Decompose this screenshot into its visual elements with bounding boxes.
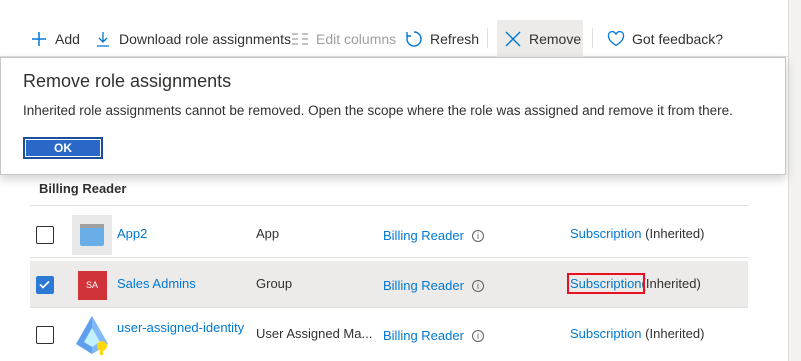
app-icon [72, 215, 112, 255]
plus-icon [29, 29, 49, 49]
scope-link-highlighted[interactable]: Subscription [567, 273, 645, 294]
role-link[interactable]: Billing Reader i [383, 228, 484, 243]
principal-type: Group [256, 276, 293, 291]
add-label: Add [55, 31, 80, 47]
inherited-label: (Inherited) [645, 326, 705, 341]
managed-identity-icon [72, 315, 112, 355]
scope-link[interactable]: Subscription [570, 226, 642, 241]
table-row[interactable]: user-assigned-identity User Assigned Ma.… [30, 311, 748, 358]
download-label: Download role assignments [119, 31, 291, 47]
role-link[interactable]: Billing Reader i [383, 328, 484, 343]
dialog-title: Remove role assignments [23, 71, 232, 91]
principal-type: User Assigned Ma... [256, 326, 373, 341]
scope-cell: Subscription(Inherited) [567, 273, 701, 294]
scope-cell: Subscription (Inherited) [570, 226, 704, 241]
toolbar-divider [592, 28, 593, 48]
remove-role-assignments-dialog: Remove role assignments Inherited role a… [0, 57, 786, 175]
checkmark-icon [39, 280, 50, 289]
principal-type: App [256, 226, 280, 241]
row-checkbox[interactable] [36, 276, 54, 294]
feedback-label: Got feedback? [632, 31, 724, 47]
edit-columns-button[interactable]: Edit columns [290, 20, 396, 58]
dialog-message: Inherited role assignments cannot be rem… [23, 103, 733, 118]
row-checkbox[interactable] [36, 326, 54, 344]
role-link[interactable]: Billing Reader i [383, 278, 484, 293]
remove-label: Remove [529, 31, 582, 47]
columns-icon [290, 29, 310, 49]
divider [30, 205, 748, 206]
download-role-assignments-button[interactable]: Download role assignments [93, 20, 291, 58]
inherited-label: (Inherited) [645, 226, 705, 241]
row-checkbox[interactable] [36, 226, 54, 244]
scrollbar[interactable] [788, 0, 801, 361]
info-icon[interactable]: i [471, 329, 484, 342]
info-icon[interactable]: i [471, 279, 484, 292]
table-row[interactable]: SA Sales Admins Group Billing Reader i S… [30, 261, 748, 308]
role-label: Billing Reader [383, 228, 464, 243]
scope-cell: Subscription (Inherited) [570, 326, 704, 341]
principal-name-link[interactable]: App2 [117, 226, 147, 241]
role-label: Billing Reader [383, 278, 464, 293]
command-bar: Add Download role assignments Edit colum… [0, 0, 801, 58]
role-label: Billing Reader [383, 328, 464, 343]
refresh-icon [404, 29, 424, 49]
edit-columns-label: Edit columns [316, 31, 397, 47]
refresh-label: Refresh [430, 31, 480, 47]
avatar-initials: SA [77, 270, 107, 300]
scope-link[interactable]: Subscription [570, 326, 642, 341]
toolbar-divider [487, 28, 488, 48]
heart-icon [606, 29, 626, 49]
group-avatar: SA [72, 265, 112, 305]
close-icon [503, 29, 523, 49]
group-header: Billing Reader [39, 181, 127, 196]
principal-name-link[interactable]: user-assigned-identity [117, 320, 244, 335]
ok-button[interactable]: OK [23, 137, 103, 159]
download-icon [93, 29, 113, 49]
add-button[interactable]: Add [29, 20, 80, 58]
remove-button[interactable]: Remove [497, 20, 583, 58]
feedback-button[interactable]: Got feedback? [606, 20, 723, 58]
refresh-button[interactable]: Refresh [404, 20, 479, 58]
inherited-label: (Inherited) [641, 276, 701, 291]
principal-name-link[interactable]: Sales Admins [117, 276, 196, 291]
info-icon[interactable]: i [471, 229, 484, 242]
table-row[interactable]: App2 App Billing Reader i Subscription (… [30, 211, 748, 258]
